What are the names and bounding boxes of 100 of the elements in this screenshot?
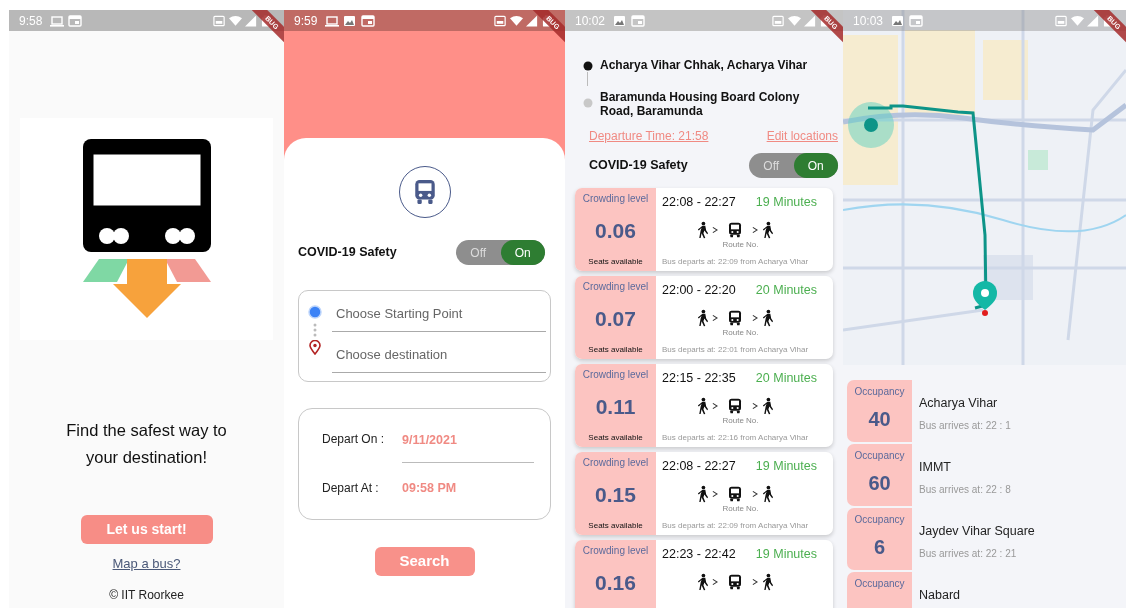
seats-text: Seats available [588, 431, 643, 444]
occupancy-value: 40 [868, 407, 891, 432]
current-location-marker [848, 102, 894, 148]
chevron-icon [751, 401, 758, 410]
trip-time: 22:08 - 22:27 [662, 458, 736, 475]
trip-time: 22:00 - 22:20 [662, 282, 736, 299]
window-icon [68, 14, 83, 27]
route-card[interactable]: Crowding level 0.06 Seats available 22:08 - 22:27 19 Minutes Route No. Bus departs at: 22:09 from Acharya Vihar [575, 188, 833, 271]
stop-name: Nabard [919, 587, 960, 604]
occupancy-label: Occupancy [854, 577, 905, 591]
bus-icon [726, 221, 743, 238]
occupancy-value: 60 [868, 471, 891, 496]
dots-icon [313, 323, 317, 337]
arrival-text: Bus arrives at: 22 : 8 [919, 482, 1011, 497]
crowding-value: 0.16 [595, 570, 636, 596]
route-card[interactable]: Crowding level 0.16 22:23 - 22:42 19 Minutes [575, 540, 833, 608]
chevron-icon [711, 313, 718, 322]
route-card[interactable]: Crowding level 0.07 Seats available 22:00 - 22:20 20 Minutes Route No. Bus departs at: 22:01 from Acharya Vihar [575, 276, 833, 359]
stop-name: IMMT [919, 459, 952, 476]
safety-label: COVID-19 Safety [298, 244, 397, 262]
sim-icon [494, 14, 507, 27]
occupancy-label: Occupancy [854, 513, 905, 527]
occupancy-label: Occupancy [854, 449, 905, 463]
map-drawing[interactable] [843, 10, 1126, 365]
toggle-option[interactable]: On [793, 153, 838, 178]
laptop-icon [325, 14, 340, 27]
chevron-icon [751, 577, 758, 586]
chevron-icon [751, 225, 758, 234]
chevron-icon [711, 489, 718, 498]
crowding-label: Crowding level [582, 280, 649, 294]
stop-name: Baramunda Housing Board Colony Road, Baramunda [600, 90, 801, 118]
departure-text: Bus departs at: 22:01 from Acharya Vihar [662, 343, 810, 356]
crowding-label: Crowding level [582, 456, 649, 470]
crowding-value: 0.15 [595, 482, 636, 508]
safety-toggle[interactable]: Off On [749, 153, 838, 178]
image-icon [613, 14, 628, 27]
destination-dot-icon [583, 98, 593, 108]
walking-icon [695, 308, 709, 327]
seats-text: Seats available [588, 255, 643, 268]
chevron-icon [711, 577, 718, 586]
departure-text: Bus departs at: 22:16 from Acharya Vihar [662, 431, 810, 444]
crowding-value: 0.11 [595, 394, 636, 420]
chevron-icon [711, 401, 718, 410]
location-pin-icon [309, 340, 321, 355]
toggle-option[interactable]: On [500, 240, 545, 265]
footer-text: © IIT Roorkee [109, 586, 184, 604]
sim-icon [213, 14, 226, 27]
window-icon [909, 14, 924, 27]
trip-duration: 20 Minutes [755, 370, 817, 387]
walking-icon [760, 484, 774, 503]
trip-duration: 19 Minutes [755, 194, 817, 211]
wifi-icon [510, 14, 523, 27]
tagline: Find the safest way to your destination! [65, 420, 228, 468]
crowding-label: Crowding level [582, 544, 649, 558]
stop-name: Acharya Vihar [919, 395, 999, 412]
status-time: 9:58 [19, 12, 43, 30]
depart-on-label: Depart On : [322, 431, 386, 448]
wifi-icon [788, 14, 801, 27]
occupancy-value: 6 [873, 535, 886, 560]
occupancy-label: Occupancy [854, 385, 905, 399]
trip-time: 22:08 - 22:27 [662, 194, 736, 211]
walking-icon [695, 572, 709, 591]
image-icon [891, 14, 906, 27]
crowding-value: 0.07 [595, 306, 636, 332]
trip-time: 22:15 - 22:35 [662, 370, 736, 387]
departure-text: Bus departs at: 22:09 from Acharya Vihar [662, 519, 810, 532]
crowding-label: Crowding level [582, 192, 649, 206]
date-value: 9/11/2021 [402, 433, 457, 447]
route-card[interactable]: Crowding level 0.11 Seats available 22:15 - 22:35 20 Minutes Route No. Bus departs at: 22:16 from Acharya Vihar [575, 364, 833, 447]
signal-icon [1087, 14, 1100, 27]
start-field[interactable]: Choose Starting Point [332, 295, 546, 332]
chevron-icon [751, 313, 758, 322]
signal-icon [526, 14, 539, 27]
stop-name: Acharya Vihar Chhak, Acharya Vihar [600, 58, 808, 72]
walking-icon [760, 308, 774, 327]
trip-time: 22:23 - 22:42 [662, 546, 736, 563]
safety-label: COVID-19 Safety [589, 157, 688, 175]
route-label: Route No. [722, 414, 760, 427]
walking-icon [695, 396, 709, 415]
bus-icon [726, 485, 743, 502]
sim-icon [772, 14, 785, 27]
status-time: 10:02 [575, 12, 606, 30]
route-label: Route No. [722, 502, 760, 515]
route-label: Route No. [722, 238, 760, 251]
route-label: Route No. [722, 326, 760, 339]
image-icon [343, 14, 358, 27]
route-card[interactable]: Crowding level 0.15 Seats available 22:08 - 22:27 19 Minutes Route No. Bus departs at: 22:09 from Acharya Vihar [575, 452, 833, 535]
wifi-icon [229, 14, 242, 27]
stop-name: Jaydev Vihar Square [919, 523, 1035, 540]
window-icon [361, 14, 376, 27]
walking-icon [695, 484, 709, 503]
seats-text: Seats available [588, 519, 643, 532]
walking-icon [760, 572, 774, 591]
map-link[interactable]: Map a bus? [112, 554, 181, 574]
trip-duration: 20 Minutes [755, 282, 817, 299]
origin-dot-icon [583, 61, 593, 71]
destination-field[interactable]: Choose destination [332, 336, 546, 373]
safety-toggle[interactable]: Off On [456, 240, 545, 265]
bus-icon [726, 309, 743, 326]
crowding-label: Crowding level [582, 368, 649, 382]
